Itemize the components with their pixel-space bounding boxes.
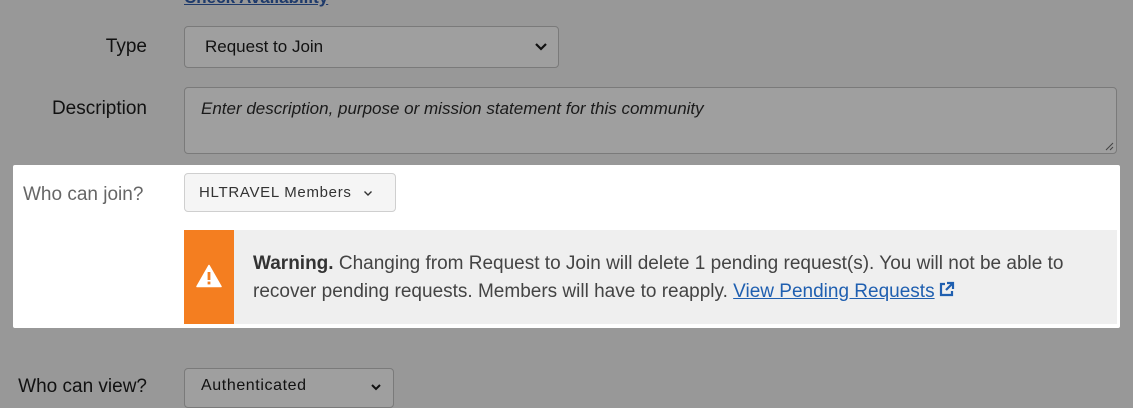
view-pending-requests-link[interactable]: View Pending Requests <box>733 281 954 302</box>
who-can-join-value: HLTRAVEL Members <box>199 184 352 201</box>
who-can-join-panel: Who can join? HLTRAVEL Members Warning. … <box>13 165 1120 328</box>
warning-triangle-icon <box>196 264 222 288</box>
type-select-value: Request to Join <box>205 37 324 56</box>
type-label: Type <box>105 36 147 57</box>
who-can-view-value: Authenticated <box>201 377 307 394</box>
chevron-down-icon <box>363 191 372 197</box>
who-can-join-dropdown[interactable]: HLTRAVEL Members <box>184 173 396 212</box>
who-can-view-label: Who can view? <box>18 376 147 397</box>
warning-text: Warning. Changing from Request to Join w… <box>253 250 1093 306</box>
chevron-down-icon <box>535 43 547 51</box>
warning-title: Warning. <box>253 253 334 274</box>
who-can-join-label: Who can join? <box>23 184 144 205</box>
check-availability-link[interactable]: Check Availability <box>184 0 328 8</box>
description-label: Description <box>51 98 147 119</box>
description-placeholder: Enter description, purpose or mission st… <box>201 99 704 118</box>
who-can-view-dropdown[interactable]: Authenticated <box>184 368 394 408</box>
view-pending-requests-label: View Pending Requests <box>733 281 935 302</box>
type-select[interactable]: Request to Join <box>184 26 559 68</box>
resize-handle-icon[interactable] <box>1104 141 1114 151</box>
description-textarea[interactable]: Enter description, purpose or mission st… <box>184 87 1117 154</box>
warning-accent-bar <box>184 230 234 324</box>
external-link-icon <box>939 281 954 297</box>
warning-alert: Warning. Changing from Request to Join w… <box>184 230 1117 324</box>
